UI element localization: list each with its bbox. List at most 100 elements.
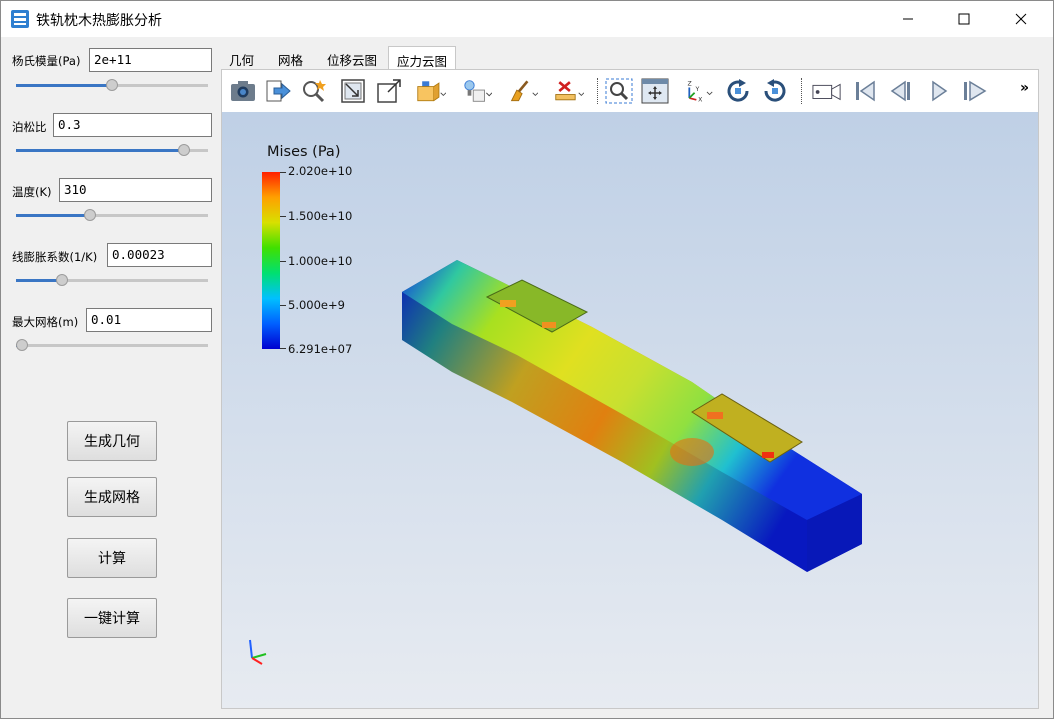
export-icon (266, 80, 291, 102)
first-frame-icon (856, 80, 875, 102)
generate-geometry-button[interactable]: 生成几何 (67, 421, 157, 461)
record-button[interactable] (812, 76, 842, 106)
zoom-wand-button[interactable] (300, 76, 330, 106)
zoom-wand-icon (303, 80, 326, 103)
tab-displacement[interactable]: 位移云图 (319, 46, 385, 70)
first-frame-button[interactable] (850, 76, 880, 106)
fit-view-icon (377, 79, 401, 103)
slider-handle[interactable] (16, 339, 28, 351)
toolbar-separator (597, 78, 598, 104)
camera-record-icon (812, 83, 841, 101)
sleeper-stress-model[interactable] (392, 252, 872, 572)
legend-tick (280, 216, 286, 217)
rotate-ccw-icon (764, 79, 786, 102)
toolbar-separator (801, 78, 802, 104)
zoom-region-button[interactable] (604, 76, 634, 106)
prev-frame-button[interactable] (886, 76, 916, 106)
prev-frame-icon (890, 80, 910, 102)
brush-icon (510, 80, 538, 102)
zoom-region-icon (605, 78, 633, 104)
slider-handle[interactable] (55, 274, 68, 286)
poisson-slider[interactable] (16, 144, 208, 156)
tab-stress[interactable]: 应力云图 (388, 46, 457, 70)
light-button[interactable] (462, 76, 492, 106)
box-select-button[interactable] (416, 76, 446, 106)
one-click-compute-button[interactable]: 一键计算 (67, 598, 157, 638)
legend-tick-label: 1.000e+10 (288, 254, 353, 268)
svg-text:Z: Z (688, 81, 692, 88)
youngs-modulus-input[interactable]: 2e+11 (89, 48, 212, 72)
mesh-size-slider[interactable] (16, 339, 208, 351)
slider-handle[interactable] (178, 144, 190, 156)
close-icon (1015, 13, 1027, 25)
screenshot-button[interactable] (228, 76, 258, 106)
expansion-slider[interactable] (16, 274, 208, 286)
temperature-input[interactable]: 310 (59, 178, 212, 202)
mesh-size-label: 最大网格(m) (12, 315, 79, 329)
mesh-size-input[interactable]: 0.01 (86, 308, 212, 332)
export-button[interactable] (264, 76, 294, 106)
svg-text:Y: Y (694, 86, 699, 93)
rotate-ccw-button[interactable] (760, 76, 790, 106)
parameter-panel: 杨氏模量(Pa) 2e+11 泊松比 0.3 温度(K) 310 线膨胀系数(1… (3, 39, 217, 717)
tab-geometry[interactable]: 几何 (221, 46, 262, 70)
orientation-axes (249, 639, 267, 665)
slider-handle[interactable] (106, 79, 118, 91)
axes-orient-icon: ZYX (688, 81, 713, 104)
render-viewport[interactable]: Mises (Pa) 2.020e+10 1.500e+10 1.000e+10… (222, 112, 1038, 708)
axes-orient-button[interactable]: ZYX (684, 76, 714, 106)
minimize-icon (903, 18, 913, 20)
brush-button[interactable] (508, 76, 538, 106)
temperature-label: 温度(K) (12, 185, 52, 199)
slider-handle[interactable] (84, 209, 97, 221)
maximize-icon (958, 13, 970, 25)
youngs-modulus-label: 杨氏模量(Pa) (12, 54, 81, 68)
pan-fit-button[interactable] (640, 76, 670, 106)
legend-tick-label: 5.000e+9 (288, 298, 345, 312)
rotate-cw-icon (727, 79, 749, 102)
generate-mesh-button[interactable]: 生成网格 (67, 477, 157, 517)
youngs-modulus-slider[interactable] (16, 79, 208, 91)
maximize-button[interactable] (941, 1, 987, 37)
title-bar: 铁轨枕木热膨胀分析 (1, 1, 1053, 37)
camera-icon (231, 81, 255, 101)
window-title: 铁轨枕木热膨胀分析 (36, 13, 162, 29)
viewer-toolbar: ZYX » (222, 70, 1038, 112)
next-frame-button[interactable] (924, 76, 954, 106)
legend-tick-label: 1.500e+10 (288, 209, 353, 223)
expansion-input[interactable]: 0.00023 (107, 243, 212, 267)
legend-tick (280, 261, 286, 262)
last-frame-button[interactable] (960, 76, 990, 106)
poisson-input[interactable]: 0.3 (53, 113, 212, 137)
legend-tick-label: 6.291e+07 (288, 342, 353, 356)
pan-fit-icon (641, 78, 669, 104)
close-button[interactable] (998, 1, 1044, 37)
legend-tick (280, 348, 286, 349)
stress-tab-panel: ZYX » Mises (Pa) 2.020e+10 1.500e+10 1.0… (221, 69, 1039, 709)
expansion-label: 线膨胀系数(1/K) (12, 250, 98, 264)
legend-tick (280, 172, 286, 173)
reset-view-button[interactable] (338, 76, 368, 106)
legend-tick-label: 2.020e+10 (288, 164, 353, 178)
temperature-slider[interactable] (16, 209, 208, 221)
legend-tick (280, 305, 286, 306)
next-frame-icon (932, 80, 948, 102)
ruler-clear-icon (555, 81, 584, 101)
legend-title: Mises (Pa) (267, 144, 341, 160)
app-window: 铁轨枕木热膨胀分析 杨氏模量(Pa) 2e+11 泊松比 0.3 温度(K) 3… (0, 0, 1054, 719)
reset-view-icon (341, 79, 365, 103)
box-select-icon (417, 81, 446, 102)
compute-button[interactable]: 计算 (67, 538, 157, 578)
color-scale-bar (262, 172, 280, 349)
minimize-button[interactable] (885, 1, 931, 37)
toolbar-overflow-button[interactable]: » (1020, 80, 1029, 96)
svg-text:X: X (698, 97, 703, 104)
app-icon (11, 10, 29, 28)
poisson-label: 泊松比 (12, 120, 47, 134)
ruler-clear-button[interactable] (554, 76, 584, 106)
light-icon (464, 80, 492, 102)
fit-view-button[interactable] (374, 76, 404, 106)
rotate-cw-button[interactable] (723, 76, 753, 106)
last-frame-icon (964, 80, 987, 102)
tab-mesh[interactable]: 网格 (270, 46, 311, 70)
